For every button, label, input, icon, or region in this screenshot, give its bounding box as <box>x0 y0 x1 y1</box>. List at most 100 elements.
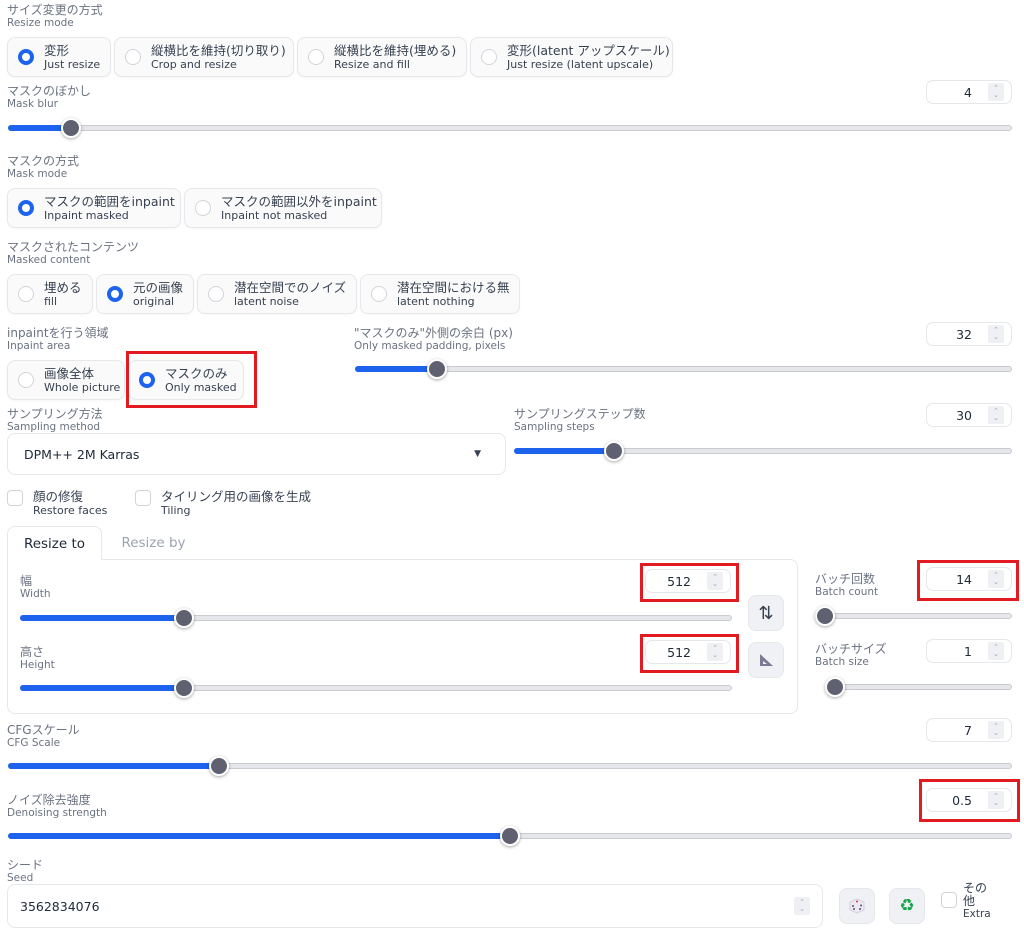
slider-thumb[interactable] <box>825 677 845 697</box>
inpaint-area-group: 画像全体 Whole picture マスクのみ Only masked <box>7 360 244 400</box>
padding-slider[interactable] <box>355 359 1012 379</box>
checkbox-box[interactable] <box>7 490 23 506</box>
option-sublabel: fill <box>44 294 58 308</box>
option-sublabel: Inpaint not masked <box>221 208 328 222</box>
option-label: 潜在空間でのノイズ <box>234 279 347 295</box>
cfg-scale-input[interactable]: 7 ⌃ ⌄ <box>926 718 1012 742</box>
padding-input[interactable]: 32 ⌃ ⌄ <box>926 322 1012 346</box>
slider-thumb[interactable] <box>173 608 194 628</box>
option-sublabel: Just resize <box>44 57 101 71</box>
width-value: 512 <box>667 573 691 589</box>
sampling-method-value: DPM++ 2M Karras <box>24 446 140 462</box>
radio-only-masked[interactable]: マスクのみ Only masked <box>128 360 244 400</box>
sampling-steps-label: サンプリングステップ数 <box>514 407 646 421</box>
tiling-checkbox[interactable]: タイリング用の画像を生成 Tiling <box>135 490 311 517</box>
spinner-icon[interactable]: ⌃ ⌄ <box>988 642 1004 660</box>
batch-count-input[interactable]: 14 ⌃ ⌄ <box>926 567 1012 591</box>
option-label: 変形 <box>44 42 70 58</box>
slider-fill <box>20 615 184 621</box>
denoising-value: 0.5 <box>952 792 972 808</box>
slider-fill <box>8 763 219 769</box>
radio-indicator <box>18 49 34 65</box>
denoising-slider[interactable] <box>8 826 1012 846</box>
mask-blur-input[interactable]: 4 ⌃ ⌄ <box>926 80 1012 104</box>
mask-mode-label-en: Mask mode <box>7 168 68 180</box>
sampling-steps-slider[interactable] <box>514 441 1012 461</box>
spinner-icon[interactable]: ⌃ ⌄ <box>794 897 810 915</box>
radio-indicator <box>107 286 123 302</box>
random-seed-button[interactable] <box>839 888 875 924</box>
height-slider[interactable] <box>20 678 732 698</box>
slider-thumb[interactable] <box>208 756 229 776</box>
width-input[interactable]: 512 ⌃ ⌄ <box>645 569 731 593</box>
slider-thumb[interactable] <box>427 359 448 379</box>
checkbox-sublabel: Restore faces <box>33 504 108 517</box>
spinner-icon[interactable]: ⌃ ⌄ <box>988 325 1004 343</box>
batch-count-slider[interactable] <box>815 606 1012 626</box>
radio-original[interactable]: 元の画像 original <box>96 274 194 314</box>
seed-value: 3562834076 <box>20 898 100 914</box>
radio-inpaint-not-masked[interactable]: マスクの範囲以外をinpaint Inpaint not masked <box>184 188 382 228</box>
radio-whole-picture[interactable]: 画像全体 Whole picture <box>7 360 125 400</box>
radio-resize-and-fill[interactable]: 縦横比を維持(埋める) Resize and fill <box>297 37 467 77</box>
slider-thumb[interactable] <box>500 826 520 846</box>
batch-size-label: バッチサイズ <box>815 642 887 656</box>
cfg-scale-label-en: CFG Scale <box>7 737 61 749</box>
masked-content-group: 埋める fill 元の画像 original 潜在空間でのノイズ latent noi… <box>7 274 520 314</box>
spinner-icon[interactable]: ⌃ ⌄ <box>988 791 1004 809</box>
cfg-scale-value: 7 <box>964 722 972 738</box>
checkbox-box[interactable] <box>135 490 151 506</box>
height-input[interactable]: 512 ⌃ ⌄ <box>645 640 731 664</box>
reuse-seed-button[interactable]: ♻ <box>889 888 925 924</box>
radio-crop-and-resize[interactable]: 縦横比を維持(切り取り) Crop and resize <box>114 37 294 77</box>
seed-input[interactable]: 3562834076 ⌃ ⌄ <box>7 884 823 928</box>
slider-thumb[interactable] <box>815 606 835 626</box>
padding-value: 32 <box>956 326 972 342</box>
option-sublabel: Resize and fill <box>334 57 410 71</box>
spinner-icon[interactable]: ⌃ ⌄ <box>707 572 723 590</box>
denoising-label: ノイズ除去強度 <box>7 793 91 807</box>
batch-count-value: 14 <box>956 571 972 587</box>
slider-fill <box>514 448 614 454</box>
spinner-icon[interactable]: ⌃ ⌄ <box>988 406 1004 424</box>
tab-resize-to[interactable]: Resize to <box>7 526 102 560</box>
option-sublabel: Whole picture <box>44 380 121 394</box>
option-label: 潜在空間における無 <box>397 279 510 295</box>
radio-latent-upscale[interactable]: 変形(latent アップスケール) Just resize (latent up… <box>470 37 673 77</box>
slider-fill <box>8 833 510 839</box>
spinner-icon[interactable]: ⌃ ⌄ <box>988 83 1004 101</box>
swap-dimensions-button[interactable]: ⇅ <box>748 595 784 631</box>
cfg-scale-slider[interactable] <box>8 756 1012 776</box>
tab-resize-by[interactable]: Resize by <box>106 526 201 560</box>
spinner-icon[interactable]: ⌃ ⌄ <box>988 570 1004 588</box>
denoising-input[interactable]: 0.5 ⌃ ⌄ <box>926 788 1012 812</box>
radio-indicator <box>125 49 141 65</box>
mask-blur-slider[interactable] <box>8 118 1012 138</box>
spinner-icon[interactable]: ⌃ ⌄ <box>707 643 723 661</box>
resize-mode-group: 変形 Just resize 縦横比を維持(切り取り) Crop and resiz… <box>7 37 673 77</box>
denoising-label-en: Denoising strength <box>7 807 107 819</box>
checkbox-box[interactable] <box>941 892 957 908</box>
slider-thumb[interactable] <box>173 678 194 698</box>
spinner-icon[interactable]: ⌃ ⌄ <box>988 721 1004 739</box>
width-slider[interactable] <box>20 608 732 628</box>
slider-track <box>8 125 1012 131</box>
radio-latent-noise[interactable]: 潜在空間でのノイズ latent noise <box>197 274 357 314</box>
option-label: 画像全体 <box>44 365 95 381</box>
batch-size-slider[interactable] <box>825 677 1012 697</box>
sampling-method-select[interactable]: DPM++ 2M Karras ▼ <box>7 433 506 475</box>
sampling-steps-input[interactable]: 30 ⌃ ⌄ <box>926 403 1012 427</box>
radio-latent-nothing[interactable]: 潜在空間における無 latent nothing <box>360 274 520 314</box>
batch-size-input[interactable]: 1 ⌃ ⌄ <box>926 639 1012 663</box>
aspect-ratio-button[interactable] <box>748 642 784 678</box>
option-label: マスクのみ <box>165 365 228 381</box>
radio-inpaint-masked[interactable]: マスクの範囲をinpaint Inpaint masked <box>7 188 181 228</box>
radio-just-resize[interactable]: 変形 Just resize <box>7 37 111 77</box>
slider-thumb[interactable] <box>60 118 81 138</box>
slider-thumb[interactable] <box>603 441 624 461</box>
restore-faces-checkbox[interactable]: 顔の修復 Restore faces <box>7 490 107 517</box>
extra-sublabel: Extra <box>963 908 991 920</box>
radio-indicator <box>139 372 155 388</box>
radio-fill[interactable]: 埋める fill <box>7 274 93 314</box>
extra-checkbox[interactable]: その他 Extra <box>941 882 991 920</box>
